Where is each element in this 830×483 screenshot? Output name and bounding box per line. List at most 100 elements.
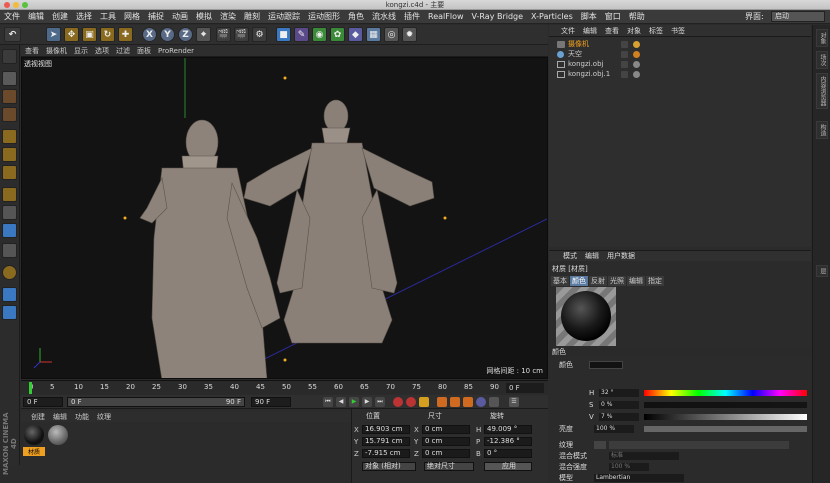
menu-character[interactable]: 角色: [348, 11, 364, 22]
object-row-kongzi-1[interactable]: kongzi.obj.1: [549, 70, 811, 79]
size-z-field[interactable]: 0 cm: [422, 449, 470, 458]
x-axis-icon[interactable]: X: [142, 27, 157, 42]
camera-icon[interactable]: ◎: [384, 27, 399, 42]
menu-motion-tracking[interactable]: 运动跟踪: [268, 11, 300, 22]
texture-slot[interactable]: [609, 441, 789, 449]
size-mode-select[interactable]: 绝对尺寸: [424, 462, 474, 471]
menu-edit[interactable]: 编辑: [28, 11, 44, 22]
tab-basic[interactable]: 基本: [551, 276, 569, 286]
render-picture-icon[interactable]: 🎬: [234, 27, 249, 42]
coord-system-icon[interactable]: ⌖: [196, 27, 211, 42]
z-axis-icon[interactable]: Z: [178, 27, 193, 42]
object-name[interactable]: kongzi.obj: [568, 60, 603, 69]
tab-illumination[interactable]: 光照: [608, 276, 626, 286]
move-add-icon[interactable]: ✚: [118, 27, 133, 42]
viewport-menu-cameras[interactable]: 摄像机: [46, 46, 67, 56]
texture-dropdown-button[interactable]: [594, 441, 606, 449]
select-icon[interactable]: ➤: [46, 27, 61, 42]
position-x-field[interactable]: 16.903 cm: [362, 425, 410, 434]
edges-mode-icon[interactable]: [2, 147, 17, 162]
apply-button[interactable]: 应用: [484, 462, 532, 471]
color-swatch[interactable]: [589, 361, 623, 369]
tab-color[interactable]: 颜色: [570, 276, 588, 286]
object-name[interactable]: 摄像机: [568, 40, 589, 49]
timeline-menu-icon[interactable]: ☰: [509, 397, 519, 407]
menu-plugins[interactable]: 插件: [404, 11, 420, 22]
frame-range-slider[interactable]: 0 F 90 F: [67, 397, 245, 407]
render-settings-icon[interactable]: ⚙: [252, 27, 267, 42]
tab-assignment[interactable]: 指定: [646, 276, 664, 286]
material-menu-edit[interactable]: 编辑: [53, 412, 67, 422]
key-parameter-icon[interactable]: [476, 397, 486, 407]
material-swatch[interactable]: [47, 424, 69, 458]
material-tag-icon[interactable]: [633, 51, 640, 58]
menu-vray-bridge[interactable]: V-Ray Bridge: [472, 12, 524, 21]
camera-tag-icon[interactable]: [633, 41, 640, 48]
value-slider[interactable]: [644, 414, 807, 420]
viewport-menu-prorender[interactable]: ProRender: [158, 47, 194, 55]
menu-animate[interactable]: 动画: [172, 11, 188, 22]
rotate-icon[interactable]: ↻: [100, 27, 115, 42]
at-menu-edit[interactable]: 编辑: [585, 251, 599, 261]
menu-script[interactable]: 脚本: [581, 11, 597, 22]
layout-select[interactable]: 启动: [771, 11, 825, 22]
brightness-field[interactable]: 100 %: [594, 425, 634, 433]
key-position-icon[interactable]: [437, 397, 447, 407]
viewport-menu-view[interactable]: 查看: [25, 46, 39, 56]
current-frame-field[interactable]: 0 F: [506, 383, 544, 393]
menu-help[interactable]: 帮助: [629, 11, 645, 22]
at-menu-userdata[interactable]: 用户数据: [607, 251, 635, 261]
menu-snap[interactable]: 捕捉: [148, 11, 164, 22]
render-view-icon[interactable]: 🎬: [216, 27, 231, 42]
prev-key-icon[interactable]: ◀: [336, 397, 346, 407]
start-frame-field[interactable]: 0 F: [23, 397, 63, 407]
undo-icon[interactable]: ↶: [4, 27, 21, 42]
next-key-icon[interactable]: ▶: [362, 397, 372, 407]
visibility-toggle[interactable]: [621, 41, 628, 48]
cube-icon[interactable]: ■: [276, 27, 291, 42]
key-scale-icon[interactable]: [450, 397, 460, 407]
auto-key-icon[interactable]: [406, 397, 416, 407]
at-menu-mode[interactable]: 模式: [563, 251, 577, 261]
move-icon[interactable]: ✥: [64, 27, 79, 42]
light-icon[interactable]: ✹: [402, 27, 417, 42]
model-select[interactable]: Lambertian: [594, 474, 684, 482]
om-menu-bookmarks[interactable]: 书签: [671, 26, 685, 36]
key-selection-icon[interactable]: [419, 397, 429, 407]
rotation-b-field[interactable]: 0 °: [484, 449, 532, 458]
material-menu-create[interactable]: 创建: [31, 412, 45, 422]
coordinate-mode-select[interactable]: 对象 (相对): [362, 462, 416, 471]
viewport-menu-display[interactable]: 显示: [74, 46, 88, 56]
mix-mode-select[interactable]: 标准: [609, 452, 679, 460]
scene-floor-icon[interactable]: ▦: [366, 27, 381, 42]
om-menu-view[interactable]: 查看: [605, 26, 619, 36]
brightness-slider[interactable]: [644, 426, 807, 432]
menu-realflow[interactable]: RealFlow: [428, 12, 464, 21]
material-swatch-selected[interactable]: 材质: [23, 424, 45, 458]
texture-mode-icon[interactable]: [2, 89, 17, 104]
deformer-icon[interactable]: ◆: [348, 27, 363, 42]
material-name[interactable]: 材质: [23, 447, 45, 456]
visibility-toggle[interactable]: [621, 61, 628, 68]
record-icon[interactable]: [393, 397, 403, 407]
object-row-camera[interactable]: 摄像机: [549, 40, 811, 49]
axis-mode-icon[interactable]: [2, 187, 17, 202]
play-icon[interactable]: ▶: [349, 397, 359, 407]
size-y-field[interactable]: 0 cm: [422, 437, 470, 446]
menu-sculpt[interactable]: 雕刻: [244, 11, 260, 22]
material-menu-texture[interactable]: 纹理: [97, 412, 111, 422]
hue-slider[interactable]: [644, 390, 807, 396]
menu-x-particles[interactable]: X-Particles: [531, 12, 573, 21]
tab-editor[interactable]: 编辑: [627, 276, 645, 286]
y-axis-icon[interactable]: Y: [160, 27, 175, 42]
menu-mesh[interactable]: 网格: [124, 11, 140, 22]
menu-render[interactable]: 渲染: [220, 11, 236, 22]
key-rotation-icon[interactable]: [463, 397, 473, 407]
menu-window[interactable]: 窗口: [605, 11, 621, 22]
material-tag-icon[interactable]: [633, 71, 640, 78]
rotation-p-field[interactable]: -12.386 °: [484, 437, 532, 446]
value-field[interactable]: 7 %: [599, 413, 639, 421]
side-tab-objects[interactable]: 对象: [816, 29, 828, 47]
menu-simulate[interactable]: 模拟: [196, 11, 212, 22]
material-preview[interactable]: [556, 287, 616, 346]
